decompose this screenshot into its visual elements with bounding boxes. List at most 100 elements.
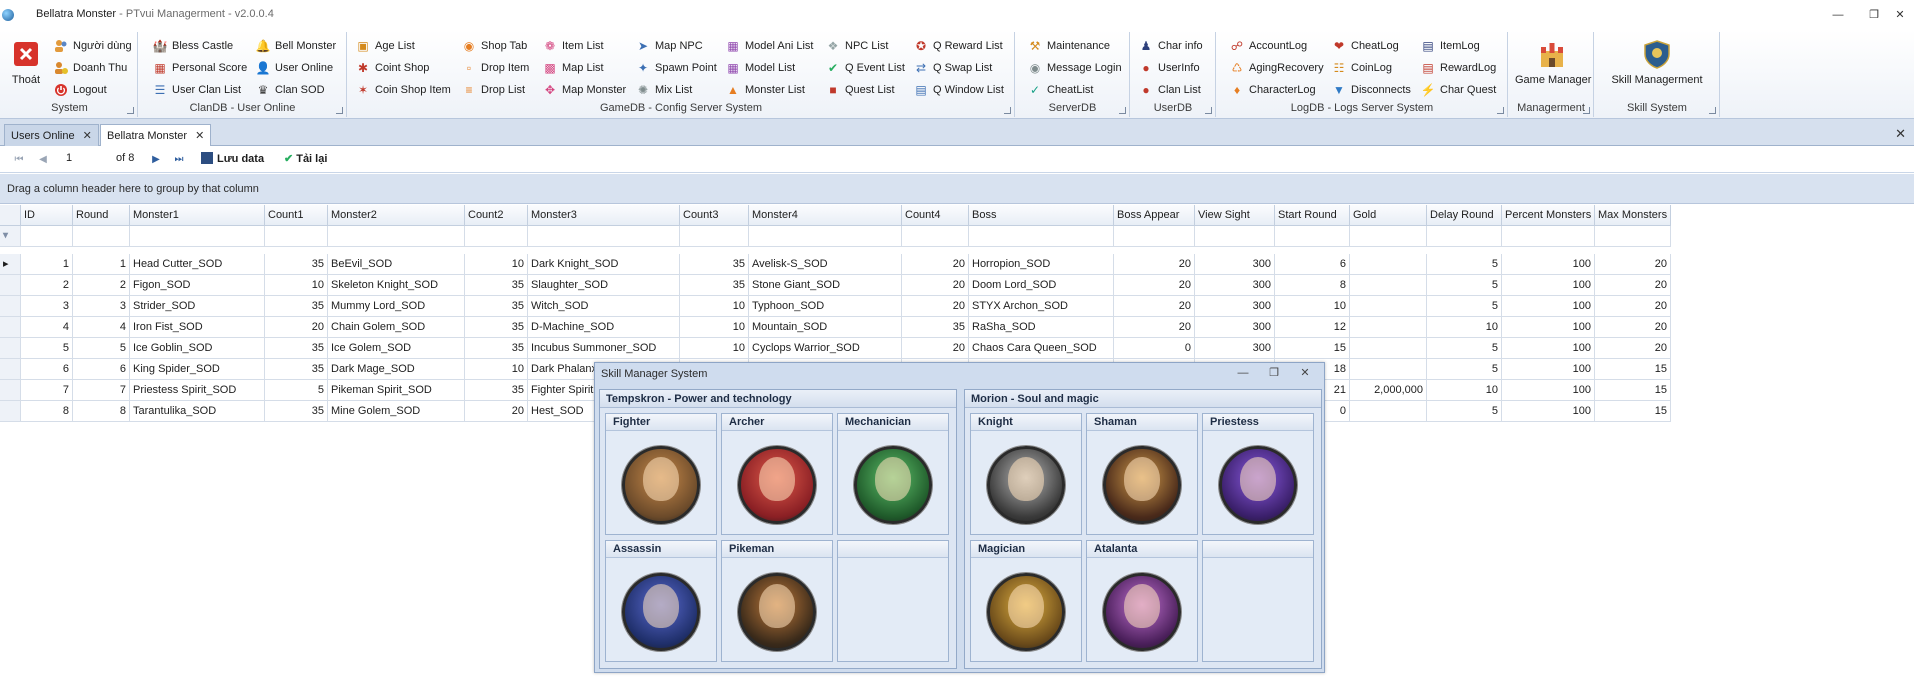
minimize-icon[interactable]: — [1235,366,1251,380]
filter-cell[interactable] [465,226,528,247]
column-header-round[interactable]: Round [73,205,130,226]
table-cell[interactable]: 300 [1195,296,1275,317]
table-cell[interactable]: 20 [1595,254,1671,275]
game-manager-button[interactable]: Game Manager [1515,38,1591,86]
table-cell[interactable]: Tarantulika_SOD [130,401,265,422]
column-header-percent-monsters[interactable]: Percent Monsters [1502,205,1595,226]
ribbon-item-coinlog[interactable]: ☷ CoinLog [1332,58,1392,78]
ribbon-item-clan-list[interactable]: ● Clan List [1139,80,1200,100]
table-cell[interactable]: Mummy Lord_SOD [328,296,465,317]
table-cell[interactable]: 15 [1595,359,1671,380]
table-cell[interactable]: 15 [1595,380,1671,401]
table-cell[interactable]: 35 [265,254,328,275]
table-cell[interactable] [1350,296,1427,317]
ribbon-item-doanh-thu[interactable]: Doanh Thu [54,58,127,78]
group-by-panel[interactable]: Drag a column header here to group by th… [0,174,1914,204]
table-cell[interactable]: STYX Archon_SOD [969,296,1114,317]
table-cell[interactable]: 100 [1502,380,1595,401]
column-header-count4[interactable]: Count4 [902,205,969,226]
next-page-icon[interactable]: ▶ [149,153,163,167]
class-portrait-mechanician[interactable] [854,446,932,524]
table-cell[interactable]: Slaughter_SOD [528,275,680,296]
column-header-max-monsters[interactable]: Max Monsters [1595,205,1671,226]
prev-page-icon[interactable]: ◀ [36,153,50,167]
page-number-input[interactable]: 1 [66,152,72,164]
table-cell[interactable]: Ice Golem_SOD [328,338,465,359]
table-cell[interactable]: 1 [73,254,130,275]
ribbon-item-cheatlist[interactable]: ✓ CheatList [1028,80,1094,100]
class-card-fighter[interactable]: Fighter [605,413,717,535]
table-cell[interactable]: 10 [1427,380,1502,401]
class-card-priestess[interactable]: Priestess [1202,413,1314,535]
grid-filter-row[interactable]: ▾ [0,226,1671,247]
table-cell[interactable]: 100 [1502,359,1595,380]
table-cell[interactable]: 12 [1275,317,1350,338]
table-cell[interactable]: Head Cutter_SOD [130,254,265,275]
ribbon-item-itemlog[interactable]: ▤ ItemLog [1421,36,1479,56]
class-portrait-knight[interactable] [987,446,1065,524]
ribbon-item-model-list[interactable]: ▦ Model List [726,58,795,78]
save-data-button[interactable]: Lưu data [201,152,264,165]
table-cell[interactable]: 100 [1502,296,1595,317]
column-header-monster2[interactable]: Monster2 [328,205,465,226]
table-cell[interactable]: 3 [73,296,130,317]
table-cell[interactable]: 20 [902,254,969,275]
ribbon-item-bell-monster[interactable]: 🔔 Bell Monster [256,36,337,56]
ribbon-item-logout[interactable]: Logout [54,80,107,100]
table-cell[interactable]: 7 [21,380,73,401]
filter-cell[interactable] [1595,226,1671,247]
ribbon-item-map-list[interactable]: ▩ Map List [543,58,603,78]
group-launcher-icon[interactable] [1709,107,1716,114]
tab-bellatra-monster[interactable]: Bellatra Monster ✕ [100,124,212,147]
filter-cell[interactable] [969,226,1114,247]
table-cell[interactable]: Iron Fist_SOD [130,317,265,338]
table-cell[interactable]: 1 [21,254,73,275]
table-row[interactable]: 3 3 Strider_SOD 35 Mummy Lord_SOD 35 Witch_SOD… [0,296,1671,317]
ribbon-item-map-npc[interactable]: ➤ Map NPC [636,36,703,56]
table-cell[interactable]: 4 [73,317,130,338]
table-cell[interactable]: 100 [1502,338,1595,359]
filter-cell[interactable] [73,226,130,247]
ribbon-item-spawn-point[interactable]: ✦ Spawn Point [636,58,717,78]
table-cell[interactable]: 20 [902,275,969,296]
table-cell[interactable]: Typhoon_SOD [749,296,902,317]
column-header-delay-round[interactable]: Delay Round [1427,205,1502,226]
table-cell[interactable]: 6 [21,359,73,380]
row-indicator[interactable] [0,317,21,338]
close-icon[interactable]: ✕ [1890,6,1910,24]
class-portrait-magician[interactable] [987,573,1065,651]
table-cell[interactable]: 10 [1427,317,1502,338]
table-cell[interactable]: 10 [1275,296,1350,317]
column-header-boss[interactable]: Boss [969,205,1114,226]
column-header-count3[interactable]: Count3 [680,205,749,226]
table-cell[interactable]: D-Machine_SOD [528,317,680,338]
class-card-knight[interactable]: Knight [970,413,1082,535]
class-card-shaman[interactable]: Shaman [1086,413,1198,535]
table-cell[interactable]: 20 [1595,296,1671,317]
ribbon-item-age-list[interactable]: ▣ Age List [356,36,414,56]
table-cell[interactable]: 300 [1195,338,1275,359]
class-card-magician[interactable]: Magician [970,540,1082,662]
table-cell[interactable]: 20 [265,317,328,338]
table-cell[interactable]: 10 [465,254,528,275]
class-card-atalanta[interactable]: Atalanta [1086,540,1198,662]
row-indicator[interactable] [0,380,21,401]
table-row[interactable]: ▸ 1 1 Head Cutter_SOD 35 BeEvil_SOD 10 Dark Kni… [0,254,1671,275]
table-cell[interactable]: 5 [21,338,73,359]
table-cell[interactable]: 5 [1427,275,1502,296]
table-cell[interactable]: 35 [265,359,328,380]
table-cell[interactable]: 0 [1114,338,1195,359]
column-header-view-sight[interactable]: View Sight [1195,205,1275,226]
ribbon-item-model-ani-list[interactable]: ▦ Model Ani List [726,36,813,56]
filter-cell[interactable] [1427,226,1502,247]
filter-cell[interactable] [1114,226,1195,247]
ribbon-item-coin-shop-item[interactable]: ✶ Coin Shop Item [356,80,451,100]
filter-cell[interactable] [680,226,749,247]
ribbon-item-q-event-list[interactable]: ✔ Q Event List [826,58,905,78]
exit-button[interactable]: Thoát [6,38,46,86]
ribbon-item-maintenance[interactable]: ⚒ Maintenance [1028,36,1110,56]
table-cell[interactable]: 8 [1275,275,1350,296]
ribbon-item-personal-score[interactable]: ▦ Personal Score [153,58,247,78]
column-header-start-round[interactable]: Start Round [1275,205,1350,226]
table-cell[interactable]: 35 [265,338,328,359]
